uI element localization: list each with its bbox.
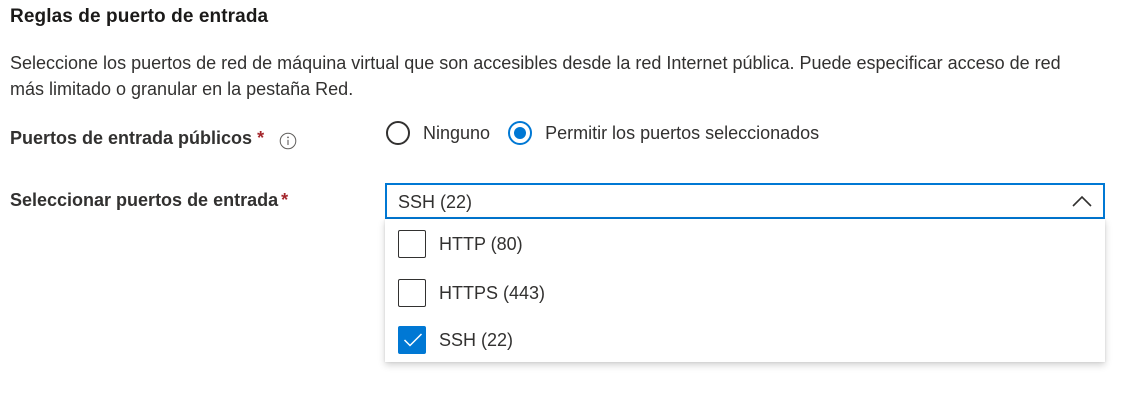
- radio-label-allow-selected: Permitir los puertos seleccionados: [545, 122, 820, 143]
- select-ports-label-row: Seleccionar puertos de entrada *: [10, 190, 288, 211]
- radio-button-none[interactable]: [386, 121, 410, 145]
- radio-option-none[interactable]: Ninguno: [386, 121, 490, 145]
- public-ports-radio-group: Ninguno Permitir los puertos seleccionad…: [386, 121, 837, 145]
- radio-label-none: Ninguno: [423, 122, 491, 143]
- section-title: Reglas de puerto de entrada: [10, 6, 269, 27]
- option-label-https: HTTPS (443): [439, 282, 546, 303]
- checkbox-ssh[interactable]: [398, 326, 426, 354]
- dropdown-options-list: HTTP (80) HTTPS (443) SSH (22): [385, 219, 1105, 362]
- required-asterisk: *: [257, 128, 265, 148]
- dropdown-option-ssh[interactable]: SSH (22): [385, 316, 1105, 364]
- dropdown-selected-value: SSH (22): [398, 192, 473, 212]
- dropdown-option-http[interactable]: HTTP (80): [385, 220, 1105, 268]
- checkmark-icon: [403, 333, 423, 347]
- section-description: Seleccione los puertos de red de máquina…: [10, 53, 1061, 99]
- inbound-port-rules-section: Reglas de puerto de entrada Seleccione l…: [0, 0, 1126, 400]
- radio-button-allow-selected[interactable]: [508, 121, 533, 145]
- public-ports-label: Puertos de entrada públicos: [10, 128, 253, 148]
- checkbox-http[interactable]: [398, 230, 426, 258]
- option-label-http: HTTP (80): [439, 233, 523, 254]
- chevron-up-icon[interactable]: [1071, 193, 1093, 209]
- select-ports-label: Seleccionar puertos de entrada: [10, 190, 279, 210]
- required-asterisk: *: [281, 190, 289, 210]
- public-ports-label-row: Puertos de entrada públicos *: [10, 128, 297, 149]
- info-icon[interactable]: [279, 132, 297, 150]
- radio-option-allow-selected[interactable]: Permitir los puertos seleccionados: [508, 121, 819, 145]
- option-label-ssh: SSH (22): [439, 329, 514, 350]
- dropdown-option-https[interactable]: HTTPS (443): [385, 269, 1105, 317]
- select-ports-dropdown[interactable]: SSH (22): [385, 183, 1105, 219]
- checkbox-https[interactable]: [398, 279, 426, 307]
